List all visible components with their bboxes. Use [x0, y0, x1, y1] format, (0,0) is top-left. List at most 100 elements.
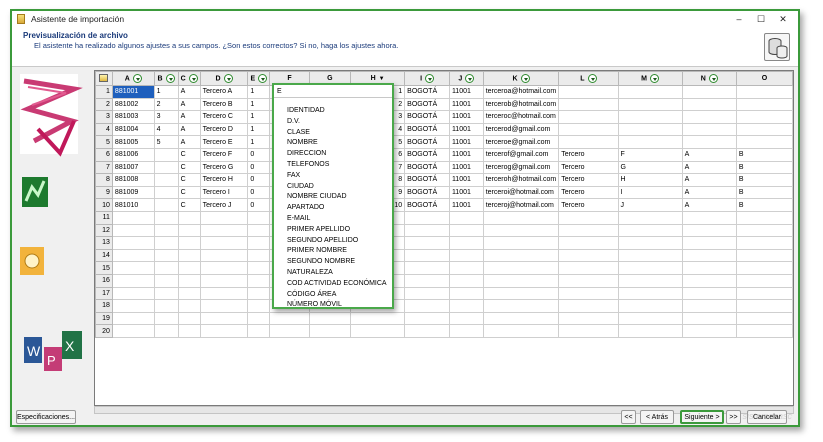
table-cell[interactable]: [617, 210, 683, 225]
table-cell[interactable]: tercerob@hotmail.com: [482, 97, 560, 112]
table-cell[interactable]: [153, 185, 179, 200]
row-number[interactable]: 2: [95, 97, 113, 112]
row-number[interactable]: 1: [95, 85, 113, 99]
table-cell[interactable]: B: [735, 185, 793, 200]
table-cell[interactable]: A: [177, 85, 201, 99]
row-number[interactable]: 14: [95, 248, 113, 263]
table-cell[interactable]: 1: [247, 110, 271, 124]
table-cell[interactable]: Tercero C: [199, 110, 249, 124]
table-cell[interactable]: A: [177, 135, 201, 149]
table-cell[interactable]: [199, 286, 249, 301]
table-cell[interactable]: [199, 248, 249, 263]
next-button[interactable]: Siguiente >: [680, 410, 724, 424]
table-cell[interactable]: [448, 236, 484, 250]
dropdown-option[interactable]: NATURALEZA: [274, 268, 392, 279]
table-cell[interactable]: [111, 286, 155, 301]
table-cell[interactable]: 4: [153, 122, 179, 137]
dropdown-option[interactable]: NOMBRE: [274, 138, 392, 149]
table-cell[interactable]: [308, 324, 351, 338]
table-cell[interactable]: [735, 286, 793, 301]
table-cell[interactable]: 5: [153, 135, 179, 149]
column-header-c[interactable]: C: [177, 71, 201, 86]
table-cell[interactable]: [177, 248, 201, 263]
row-number[interactable]: 12: [95, 223, 113, 238]
table-cell[interactable]: 11001: [448, 135, 484, 149]
table-cell[interactable]: [558, 97, 619, 112]
table-cell[interactable]: B: [735, 147, 793, 162]
row-number[interactable]: 10: [95, 198, 113, 212]
table-cell[interactable]: [558, 324, 619, 338]
table-cell[interactable]: Tercero G: [199, 160, 249, 175]
row-number[interactable]: 19: [95, 311, 113, 326]
table-cell[interactable]: [199, 210, 249, 225]
table-cell[interactable]: C: [177, 160, 201, 175]
table-cell[interactable]: [269, 311, 310, 326]
table-cell[interactable]: A: [681, 147, 737, 162]
table-cell[interactable]: [199, 311, 249, 326]
table-cell[interactable]: [482, 223, 560, 238]
table-cell[interactable]: [681, 97, 737, 112]
table-cell[interactable]: [111, 248, 155, 263]
maximize-button[interactable]: ☐: [750, 11, 772, 27]
table-cell[interactable]: [199, 236, 249, 250]
table-cell[interactable]: [558, 286, 619, 301]
table-cell[interactable]: tercerof@gmail.com: [482, 147, 560, 162]
column-dropdown-icon[interactable]: [708, 74, 718, 83]
dropdown-blank-option[interactable]: [274, 98, 392, 106]
table-cell[interactable]: Tercero A: [199, 85, 249, 99]
table-cell[interactable]: BOGOTÁ: [404, 122, 450, 137]
table-cell[interactable]: [681, 223, 737, 238]
table-cell[interactable]: [404, 286, 450, 301]
table-cell[interactable]: Tercero I: [199, 185, 249, 200]
table-cell[interactable]: G: [617, 160, 683, 175]
table-cell[interactable]: [617, 135, 683, 149]
table-cell[interactable]: 3: [153, 110, 179, 124]
table-cell[interactable]: [681, 135, 737, 149]
table-cell[interactable]: B: [735, 198, 793, 212]
table-cell[interactable]: [735, 135, 793, 149]
table-cell[interactable]: [735, 85, 793, 99]
table-cell[interactable]: [153, 210, 179, 225]
table-cell[interactable]: [199, 273, 249, 288]
first-button[interactable]: <<: [621, 410, 636, 424]
table-cell[interactable]: [617, 311, 683, 326]
table-cell[interactable]: Tercero F: [199, 147, 249, 162]
column-header-o[interactable]: O: [735, 71, 793, 86]
table-cell[interactable]: [247, 248, 271, 263]
row-number[interactable]: 6: [95, 147, 113, 162]
table-cell[interactable]: [308, 311, 351, 326]
table-cell[interactable]: [247, 261, 271, 275]
row-number[interactable]: 7: [95, 160, 113, 175]
dropdown-option[interactable]: NÚMERO MÓVIL: [274, 300, 392, 311]
dropdown-current-value[interactable]: E: [274, 85, 392, 98]
column-dropdown-icon[interactable]: [223, 74, 233, 83]
column-header-k[interactable]: K: [482, 71, 560, 86]
table-cell[interactable]: BOGOTÁ: [404, 97, 450, 112]
specifications-button[interactable]: Especificaciones...: [16, 410, 76, 424]
table-cell[interactable]: [153, 147, 179, 162]
table-cell[interactable]: Tercero: [558, 173, 619, 187]
table-cell[interactable]: 11001: [448, 122, 484, 137]
table-cell[interactable]: [247, 236, 271, 250]
close-button[interactable]: ✕: [772, 11, 794, 27]
table-cell[interactable]: 881008: [111, 173, 155, 187]
column-header-a[interactable]: A: [111, 71, 155, 86]
table-cell[interactable]: [617, 110, 683, 124]
dropdown-option[interactable]: PRIMER NOMBRE: [274, 246, 392, 257]
dropdown-option[interactable]: CLASE: [274, 128, 392, 139]
table-cell[interactable]: BOGOTÁ: [404, 198, 450, 212]
table-cell[interactable]: A: [177, 97, 201, 112]
table-cell[interactable]: 881003: [111, 110, 155, 124]
table-cell[interactable]: [153, 286, 179, 301]
table-cell[interactable]: BOGOTÁ: [404, 135, 450, 149]
column-dropdown-icon[interactable]: [132, 74, 142, 83]
table-cell[interactable]: 11001: [448, 198, 484, 212]
column-dropdown-icon[interactable]: [165, 74, 175, 83]
table-cell[interactable]: [199, 261, 249, 275]
field-mapping-dropdown[interactable]: E IDENTIDAD D.V. CLASE NOMBRE DIRECCION TELEF…: [272, 83, 394, 309]
table-cell[interactable]: [269, 324, 310, 338]
table-cell[interactable]: [199, 324, 249, 338]
chevron-down-icon[interactable]: ▼: [379, 76, 385, 82]
table-cell[interactable]: Tercero H: [199, 173, 249, 187]
dropdown-option[interactable]: IDENTIDAD: [274, 106, 392, 117]
